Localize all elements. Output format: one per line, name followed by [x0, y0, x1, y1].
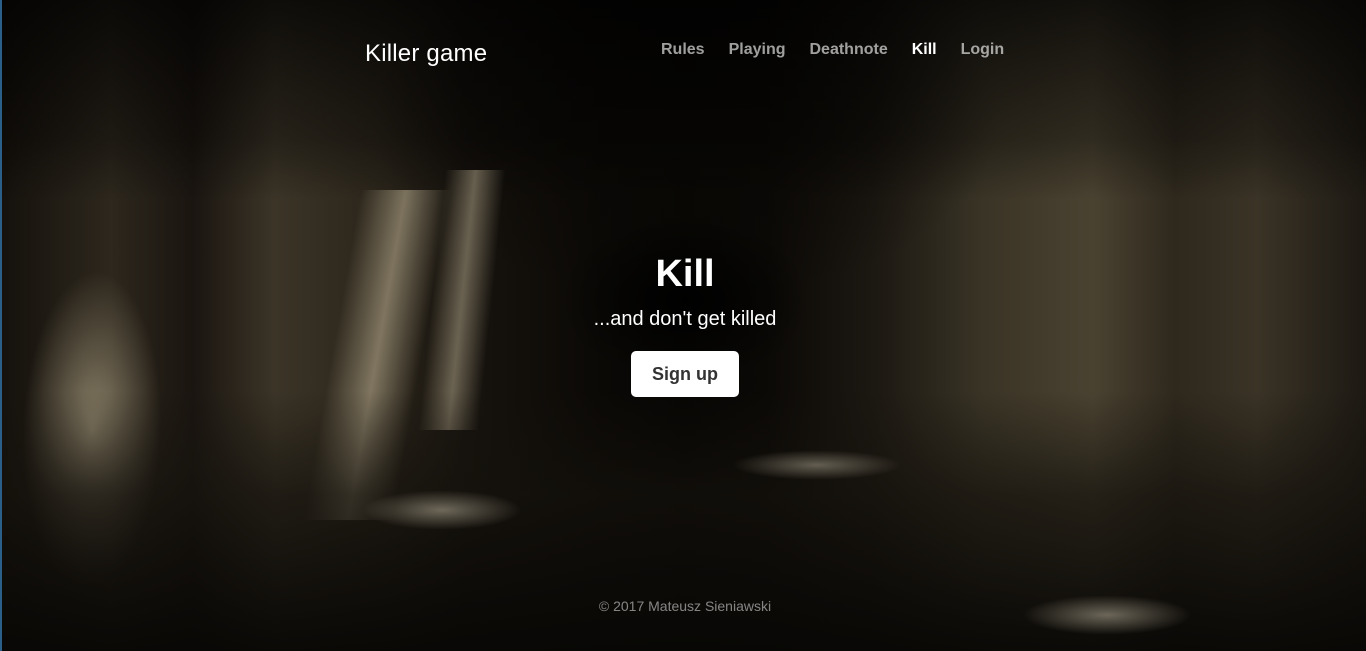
page: Killer game Rules Playing Deathnote Kill… — [0, 0, 1366, 651]
sign-up-button[interactable]: Sign up — [631, 351, 739, 397]
brand-link[interactable]: Killer game — [365, 40, 487, 68]
footer-copyright: © 2017 Mateusz Sieniawski — [598, 598, 772, 614]
hero-subtitle: ...and don't get killed — [593, 308, 777, 330]
nav-link-login[interactable]: Login — [961, 41, 1005, 59]
hero: Kill ...and don't get killed Sign up — [2, 250, 1366, 397]
hero-title: Kill — [655, 253, 715, 295]
navbar: Killer game Rules Playing Deathnote Kill… — [2, 0, 1366, 100]
nav-link-rules[interactable]: Rules — [661, 41, 705, 59]
nav-link-playing[interactable]: Playing — [729, 41, 786, 59]
nav-link-deathnote[interactable]: Deathnote — [809, 41, 887, 59]
nav-menu: Rules Playing Deathnote Kill Login — [661, 41, 1004, 59]
nav-link-kill[interactable]: Kill — [912, 41, 937, 59]
